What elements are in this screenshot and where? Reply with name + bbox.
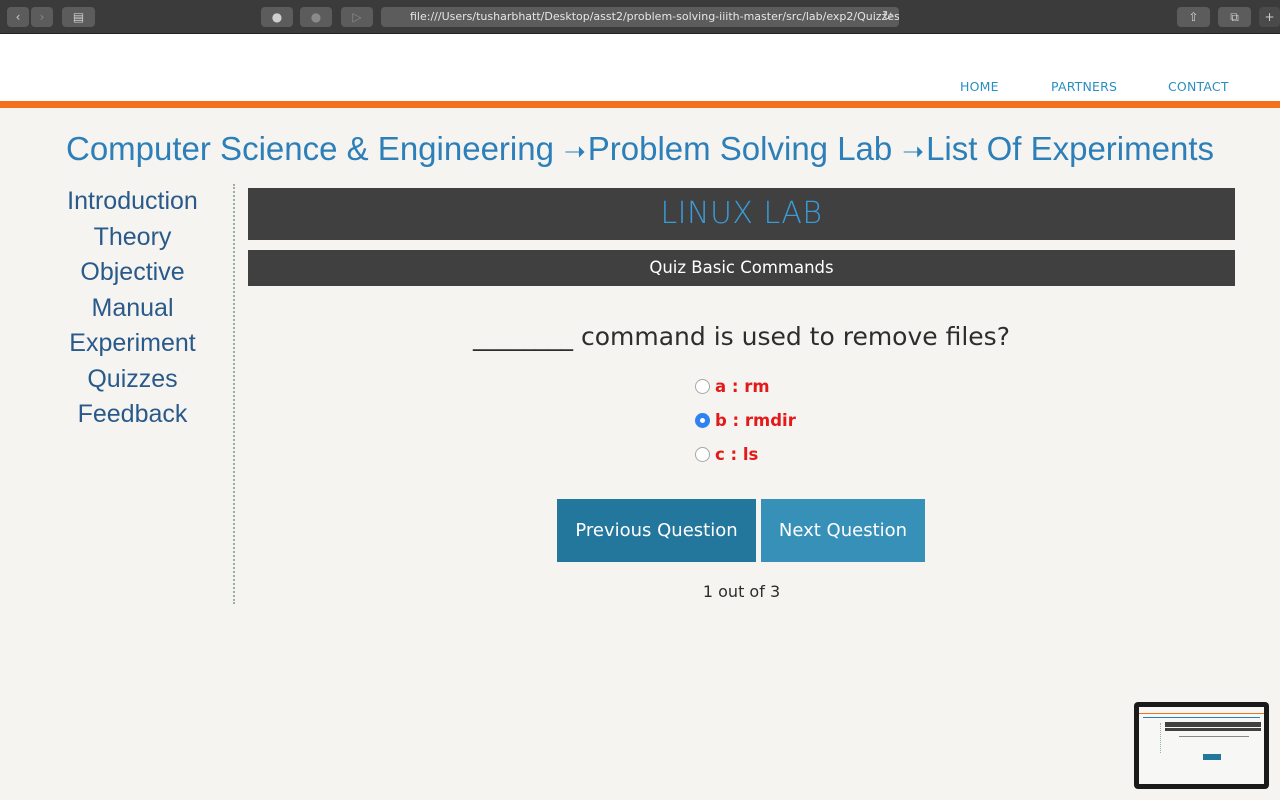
breadcrumb: Computer Science & Engineering ➝Problem S… xyxy=(0,130,1280,168)
option-label: b : rmdir xyxy=(715,410,796,430)
page-preview-thumbnail[interactable] xyxy=(1134,702,1269,789)
sidebar-toggle-icon[interactable]: ▤ xyxy=(62,7,95,27)
thumbnail-divider xyxy=(1139,713,1264,714)
answer-options: a : rm b : rmdir c : ls xyxy=(695,369,796,471)
sidebar-item-experiment[interactable]: Experiment xyxy=(30,326,235,362)
sidebar-item-theory[interactable]: Theory xyxy=(30,220,235,256)
site-header: HOME PARTNERS CONTACT xyxy=(0,34,1280,101)
thumbnail-content xyxy=(1139,707,1264,784)
option-c[interactable]: c : ls xyxy=(695,437,796,471)
arrow-right-icon: ➝ xyxy=(902,137,925,167)
sidebar-item-manual[interactable]: Manual xyxy=(30,291,235,327)
breadcrumb-lab[interactable]: Problem Solving Lab xyxy=(588,130,893,167)
question-progress: 1 out of 3 xyxy=(702,582,781,601)
privacy-icon[interactable]: ● xyxy=(261,7,293,27)
share-icon[interactable]: ⇧ xyxy=(1177,7,1210,27)
header-divider xyxy=(0,101,1280,108)
question-text: ________ command is used to remove files… xyxy=(473,322,1010,351)
lab-title: LINUX LAB xyxy=(248,188,1235,240)
option-label: c : ls xyxy=(715,444,759,464)
extension-icon[interactable]: ● xyxy=(300,7,332,27)
sidebar-item-feedback[interactable]: Feedback xyxy=(30,397,235,433)
arrow-right-icon: ➝ xyxy=(563,137,586,167)
option-b[interactable]: b : rmdir xyxy=(695,403,796,437)
address-bar[interactable]: file:///Users/tusharbhatt/Desktop/asst2/… xyxy=(381,7,899,27)
nav-partners-link[interactable]: PARTNERS xyxy=(1051,79,1117,94)
sidebar-item-objective[interactable]: Objective xyxy=(30,255,235,291)
reload-icon[interactable]: ↻ xyxy=(882,7,893,27)
nav-contact-link[interactable]: CONTACT xyxy=(1168,79,1229,94)
thumbnail-title xyxy=(1143,717,1260,718)
tabs-overview-icon[interactable]: ⧉ xyxy=(1218,7,1251,27)
option-a[interactable]: a : rm xyxy=(695,369,796,403)
thumbnail-subbanner xyxy=(1165,728,1261,731)
reader-icon[interactable]: ▷ xyxy=(341,7,373,27)
browser-toolbar: ‹ › ▤ ● ● ▷ file:///Users/tusharbhatt/De… xyxy=(0,0,1280,34)
radio-button[interactable] xyxy=(695,446,710,462)
sidebar: Introduction Theory Objective Manual Exp… xyxy=(30,184,235,604)
thumbnail-banner xyxy=(1165,722,1261,727)
thumbnail-question xyxy=(1179,736,1249,737)
url-text: file:///Users/tusharbhatt/Desktop/asst2/… xyxy=(410,10,899,23)
back-icon[interactable]: ‹ xyxy=(7,7,29,27)
thumbnail-sidebar xyxy=(1141,723,1161,753)
sidebar-item-introduction[interactable]: Introduction xyxy=(30,184,235,220)
thumbnail-button xyxy=(1203,754,1221,760)
next-question-button[interactable]: Next Question xyxy=(761,499,925,562)
forward-icon[interactable]: › xyxy=(31,7,53,27)
new-tab-icon[interactable]: + xyxy=(1259,7,1280,27)
sidebar-item-quizzes[interactable]: Quizzes xyxy=(30,362,235,398)
option-label: a : rm xyxy=(715,376,770,396)
breadcrumb-department[interactable]: Computer Science & Engineering xyxy=(66,130,554,167)
nav-home-link[interactable]: HOME xyxy=(960,79,999,94)
radio-button-selected[interactable] xyxy=(695,412,710,428)
previous-question-button[interactable]: Previous Question xyxy=(557,499,756,562)
radio-button[interactable] xyxy=(695,378,710,394)
breadcrumb-experiments[interactable]: List Of Experiments xyxy=(926,130,1214,167)
quiz-title: Quiz Basic Commands xyxy=(248,250,1235,286)
